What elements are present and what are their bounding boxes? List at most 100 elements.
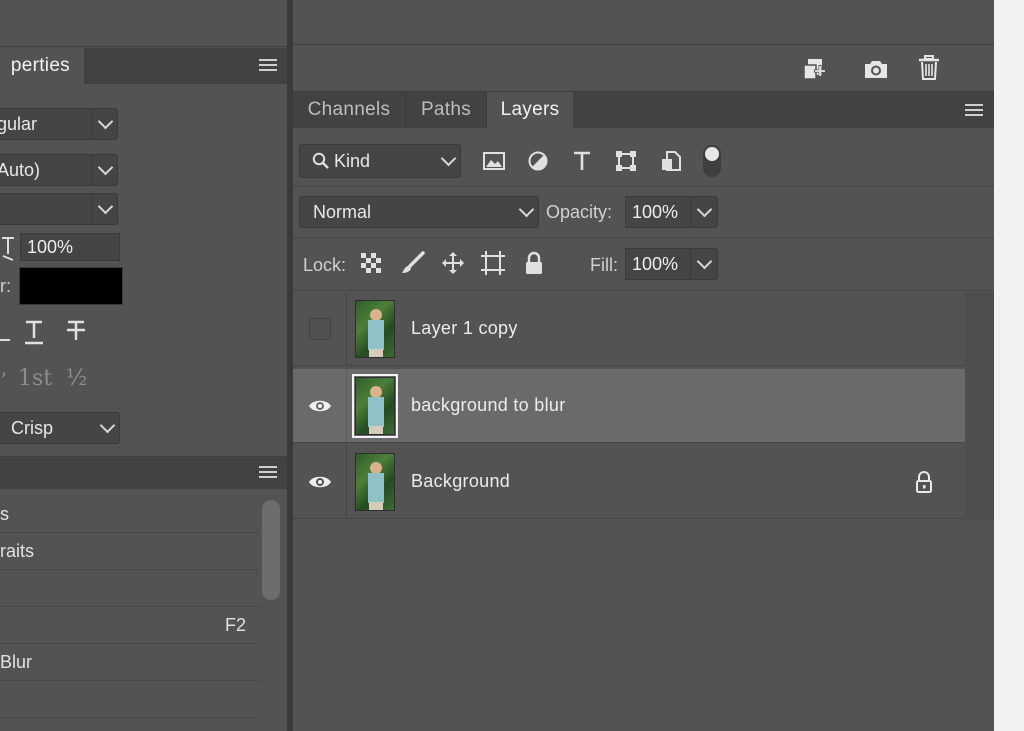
- layer-name[interactable]: background to blur: [411, 395, 566, 416]
- color-swatch[interactable]: [19, 267, 123, 305]
- list-item[interactable]: raits: [0, 534, 258, 570]
- blend-mode-dropdown[interactable]: Normal: [299, 196, 539, 228]
- layer-row-selected[interactable]: background to blur: [293, 369, 965, 443]
- divider: [0, 46, 287, 47]
- divider: [293, 237, 994, 238]
- panel-menu-icon[interactable]: [259, 59, 277, 71]
- list-item[interactable]: s: [0, 497, 258, 533]
- filter-toggle-icon[interactable]: [703, 145, 721, 177]
- tab-layers-label: Layers: [500, 99, 560, 120]
- lock-position-icon[interactable]: [440, 250, 466, 276]
- list-item[interactable]: Blur: [0, 645, 258, 681]
- shape-filter-icon[interactable]: [614, 148, 638, 174]
- panel-menu-icon[interactable]: [965, 104, 983, 116]
- tab-properties[interactable]: perties: [0, 48, 84, 84]
- camera-icon[interactable]: [862, 56, 890, 82]
- leading-value: Auto): [0, 159, 41, 180]
- layers-scroll-gutter: [965, 292, 994, 520]
- vertical-scale-icon: [0, 234, 16, 262]
- filter-kind-dropdown[interactable]: Kind: [299, 144, 461, 178]
- font-style-value: gular: [0, 113, 38, 134]
- tab-layers[interactable]: Layers: [487, 92, 573, 128]
- eye-icon[interactable]: [308, 474, 332, 490]
- window-edge: [994, 0, 1024, 731]
- list-item[interactable]: F2: [0, 608, 258, 644]
- list-item[interactable]: [0, 571, 258, 607]
- filter-kind-value: Kind: [334, 150, 371, 171]
- tab-channels[interactable]: Channels: [293, 92, 406, 128]
- list-item[interactable]: [0, 682, 258, 718]
- fill-value: 100%: [632, 253, 679, 274]
- font-style-dropdown[interactable]: gular: [0, 108, 118, 140]
- antialias-dropdown[interactable]: Crisp: [0, 412, 120, 444]
- layer-lock-icon[interactable]: [913, 470, 935, 494]
- tracking-dropdown[interactable]: [0, 193, 118, 225]
- right-panel: Channels Paths Layers Kind Normal Opacit…: [293, 0, 994, 731]
- left-top-strip: [0, 0, 287, 46]
- adjustment-filter-icon[interactable]: [526, 149, 550, 173]
- tab-paths-label: Paths: [420, 99, 472, 120]
- lock-label: Lock:: [303, 255, 347, 275]
- layers-list: Layer 1 copy background to blur Backgrou…: [293, 292, 965, 520]
- opacity-input[interactable]: 100%: [625, 196, 691, 228]
- visibility-toggle[interactable]: [293, 445, 347, 518]
- divider: [293, 44, 994, 45]
- list-item-shortcut: F2: [224, 615, 246, 635]
- layer-thumbnail: [355, 452, 395, 511]
- type-filter-icon[interactable]: [570, 148, 594, 174]
- contextual-alternates-icon[interactable]: ʼ: [0, 368, 6, 392]
- chevron-down-icon: [696, 253, 712, 270]
- chevron-down-icon: [514, 197, 538, 227]
- underline-icon[interactable]: [22, 316, 46, 346]
- eye-icon[interactable]: [308, 398, 332, 414]
- tab-paths[interactable]: Paths: [406, 92, 487, 128]
- scrollbar-thumb[interactable]: [262, 500, 280, 600]
- visibility-toggle[interactable]: [293, 292, 347, 365]
- fill-label: Fill:: [590, 255, 618, 275]
- list-item-label: raits: [0, 541, 35, 561]
- layer-thumbnail: [355, 299, 395, 358]
- visibility-off-box-icon[interactable]: [308, 317, 331, 340]
- chevron-down-icon: [92, 155, 117, 185]
- fractions-glyph[interactable]: ½: [66, 366, 87, 391]
- blend-mode-value: Normal: [313, 201, 372, 222]
- panel-menu-icon[interactable]: [259, 466, 277, 478]
- faux-italic-icon[interactable]: [0, 318, 12, 346]
- chevron-down-icon: [696, 201, 712, 218]
- chevron-down-icon: [95, 413, 119, 443]
- leading-dropdown[interactable]: Auto): [0, 154, 118, 186]
- vertical-scale-input[interactable]: 100%: [20, 233, 120, 261]
- lock-artboard-icon[interactable]: [480, 250, 506, 276]
- vertical-scale-value: 100%: [27, 236, 74, 257]
- ordinals-glyph[interactable]: 1st: [18, 366, 52, 391]
- layer-row[interactable]: Layer 1 copy: [293, 292, 965, 366]
- layer-thumbnail: [352, 373, 398, 438]
- divider: [293, 290, 994, 291]
- chevron-down-icon: [92, 194, 117, 224]
- image-filter-icon[interactable]: [482, 149, 506, 173]
- opacity-label: Opacity:: [546, 202, 613, 222]
- visibility-toggle[interactable]: [293, 369, 347, 442]
- lock-transparent-pixels-icon[interactable]: [360, 252, 382, 274]
- actions-list: s raits F2 Blur: [0, 497, 258, 731]
- fill-slider-button[interactable]: [690, 248, 718, 280]
- actions-tab-strip: [0, 457, 287, 489]
- strikethrough-icon[interactable]: [64, 316, 88, 346]
- chevron-down-icon: [436, 145, 460, 177]
- list-item-label: Blur: [0, 652, 33, 672]
- layer-name[interactable]: Layer 1 copy: [411, 318, 518, 339]
- lock-all-icon[interactable]: [522, 250, 546, 276]
- opacity-value: 100%: [632, 201, 679, 222]
- fill-input[interactable]: 100%: [625, 248, 691, 280]
- trash-icon[interactable]: [917, 54, 941, 82]
- smart-object-filter-icon[interactable]: [659, 148, 683, 174]
- tab-channels-label: Channels: [307, 99, 391, 120]
- tab-properties-label: perties: [10, 55, 70, 76]
- left-panel: perties gular Auto) 100% r: ʼ 1st ½ Cris…: [0, 0, 287, 731]
- lock-image-pixels-icon[interactable]: [400, 250, 426, 276]
- layer-row[interactable]: Background: [293, 445, 965, 519]
- list-item-label: s: [0, 504, 9, 524]
- layer-name[interactable]: Background: [411, 471, 510, 492]
- new-from-selection-icon[interactable]: [802, 56, 828, 82]
- opacity-slider-button[interactable]: [690, 196, 718, 228]
